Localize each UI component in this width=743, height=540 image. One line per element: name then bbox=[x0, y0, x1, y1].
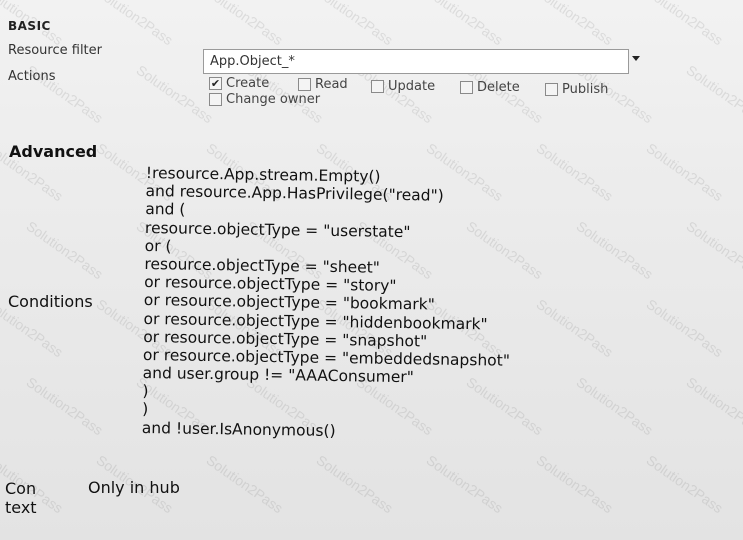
action-read-checkbox[interactable]: Read bbox=[298, 77, 348, 92]
checkmark-icon[interactable]: ✔ bbox=[209, 77, 222, 90]
action-read-label: Read bbox=[315, 77, 348, 92]
conditions-label: Conditions bbox=[8, 292, 93, 311]
action-update-label: Update bbox=[388, 79, 436, 94]
resource-filter-value: App.Object_* bbox=[210, 54, 295, 69]
actions-label: Actions bbox=[8, 69, 56, 84]
resource-filter-input[interactable]: App.Object_* bbox=[203, 49, 629, 74]
context-label-line2: text bbox=[5, 498, 37, 517]
action-publish-label: Publish bbox=[562, 82, 609, 97]
action-update-checkbox[interactable]: Update bbox=[371, 79, 435, 94]
checkbox-empty-icon[interactable] bbox=[460, 81, 473, 94]
action-change-owner-label: Change owner bbox=[226, 92, 321, 107]
checkbox-empty-icon[interactable] bbox=[545, 83, 558, 96]
context-label-line1: Con bbox=[5, 479, 37, 498]
conditions-editor[interactable]: !resource.App.stream.Empty() and resourc… bbox=[142, 164, 513, 443]
checkbox-empty-icon[interactable] bbox=[209, 93, 222, 106]
resource-filter-label: Resource filter bbox=[8, 43, 102, 58]
chevron-down-icon[interactable] bbox=[632, 56, 640, 61]
context-value[interactable]: Only in hub bbox=[88, 478, 180, 497]
context-label: Con text bbox=[5, 479, 65, 517]
checkbox-empty-icon[interactable] bbox=[298, 78, 311, 91]
action-publish-checkbox[interactable]: Publish bbox=[545, 82, 608, 97]
checkbox-empty-icon[interactable] bbox=[371, 80, 384, 93]
advanced-section-heading: Advanced bbox=[9, 142, 98, 161]
action-delete-checkbox[interactable]: Delete bbox=[460, 80, 520, 95]
basic-section-heading: BASIC bbox=[8, 19, 51, 33]
action-delete-label: Delete bbox=[477, 80, 520, 95]
action-change-owner-checkbox[interactable]: Change owner bbox=[209, 92, 320, 107]
action-create-label: Create bbox=[226, 76, 270, 91]
action-create-checkbox[interactable]: ✔ Create bbox=[209, 76, 269, 91]
